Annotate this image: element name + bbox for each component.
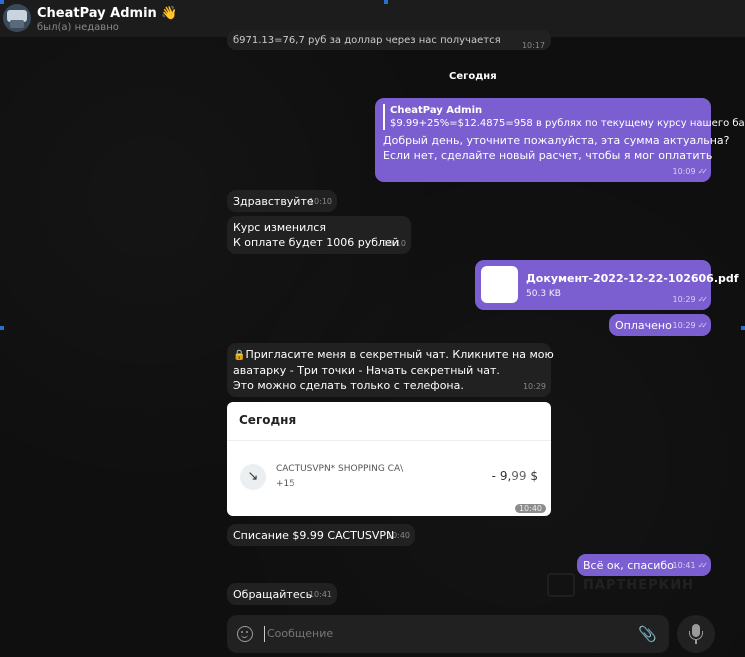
watermark-logo	[547, 573, 575, 597]
message-text: Добрый день, уточните пожалуйста, эта су…	[383, 134, 730, 147]
document-name[interactable]: Документ-2022-12-22-102606.pdf	[526, 271, 739, 286]
merchant-name: CACTUSVPN* SHOPPING CA\	[276, 464, 404, 474]
message-time: 10:10	[308, 197, 332, 206]
avatar[interactable]	[3, 4, 31, 32]
divider	[227, 440, 551, 441]
message-text: Это можно сделать только с телефона.	[233, 379, 464, 392]
redaction-mark	[297, 477, 397, 491]
message-text: Курс изменился	[233, 221, 326, 234]
double-check-icon: ✓✓	[697, 167, 709, 176]
message-document[interactable]: Документ-2022-12-22-102606.pdf 50.3 KB 1…	[475, 260, 739, 310]
document-thumbnail[interactable]	[481, 266, 518, 303]
reply-author: CheatPay Admin	[390, 105, 483, 116]
chat-status: был(а) недавно	[37, 22, 119, 33]
message-incoming[interactable]: Курс изменился К оплате будет 1006 рубле…	[227, 216, 411, 254]
double-check-icon: ✓✓	[697, 321, 709, 330]
paperclip-icon[interactable]: 📎	[638, 625, 657, 643]
message-time: 10:41	[308, 590, 332, 599]
message-time: 10:41 ✓✓	[673, 558, 709, 573]
watermark: ПАРТНЕРКИН	[583, 578, 695, 593]
message-text: Списание $9.99 CACTUSVPN	[233, 529, 395, 542]
message-text: б971.13=76,7 руб за доллар через нас пол…	[233, 35, 501, 46]
card-number: +15	[276, 479, 295, 489]
message-time: 10:29 ✓✓	[673, 292, 709, 307]
chat-title[interactable]: CheatPay Admin 👋	[37, 6, 178, 21]
message-text: Пригласите меня в секретный чат. Кликнит…	[245, 348, 554, 361]
message-text: Обращайтесь	[233, 588, 313, 601]
message-text: Здравствуйте	[233, 195, 314, 208]
double-check-icon: ✓✓	[697, 295, 709, 304]
card-title: Сегодня	[239, 413, 297, 427]
message-composer[interactable]: Сообщение 📎	[227, 615, 669, 653]
selection-handle	[384, 0, 388, 4]
message-incoming[interactable]: Обращайтесь 10:41	[227, 583, 337, 605]
message-text: Оплачено	[615, 319, 672, 332]
arrow-down-right-icon: ↘	[240, 464, 266, 490]
message-text: Если нет, сделайте новый расчет, чтобы я…	[383, 149, 713, 162]
selection-handle	[741, 326, 745, 330]
smile-icon[interactable]	[237, 626, 253, 642]
selection-handle	[0, 326, 4, 330]
message-time: 10:29 ✓✓	[673, 318, 709, 333]
transaction-amount: - 9,99 $	[491, 469, 538, 483]
message-input[interactable]: Сообщение	[264, 626, 624, 642]
message-time: 10:17	[521, 41, 545, 50]
microphone-button[interactable]	[677, 615, 715, 653]
transaction-screenshot[interactable]: Сегодня ↘ CACTUSVPN* SHOPPING CA\ +15 - …	[227, 402, 551, 516]
message-incoming[interactable]: Здравствуйте 10:10	[227, 190, 337, 212]
message-time: 10:40	[386, 531, 410, 540]
message-previous[interactable]: б971.13=76,7 руб за доллар через нас пол…	[227, 30, 551, 50]
message-text: Всё ок, спасибо	[583, 559, 674, 572]
date-separator: Сегодня	[449, 71, 497, 82]
message-time: 10:09 ✓✓	[673, 164, 709, 179]
message-outgoing[interactable]: CheatPay Admin $9.99+25%=$12.4875=958 в …	[375, 98, 745, 182]
double-check-icon: ✓✓	[697, 561, 709, 570]
message-text: аватарку - Три точки - Начать секретный …	[233, 364, 500, 377]
wave-icon: 👋	[161, 6, 178, 21]
lock-icon: 🔒	[233, 350, 246, 361]
message-text: К оплате будет 1006 рублей	[233, 236, 399, 249]
message-time: 10:40	[514, 504, 546, 513]
message-time: 10:29	[522, 382, 546, 391]
reply-text: $9.99+25%=$12.4875=958 в рублях по текущ…	[390, 118, 745, 129]
message-time: 10:10	[382, 239, 406, 248]
message-incoming[interactable]: 🔒Пригласите меня в секретный чат. Кликни…	[227, 343, 554, 397]
message-outgoing[interactable]: Всё ок, спасибо 10:41 ✓✓	[577, 554, 711, 576]
message-outgoing[interactable]: Оплачено 10:29 ✓✓	[609, 314, 711, 336]
reply-quote[interactable]: CheatPay Admin $9.99+25%=$12.4875=958 в …	[383, 104, 745, 130]
document-size: 50.3 KB	[526, 289, 561, 299]
selection-handle	[0, 0, 4, 4]
message-incoming[interactable]: Списание $9.99 CACTUSVPN 10:40	[227, 524, 415, 546]
